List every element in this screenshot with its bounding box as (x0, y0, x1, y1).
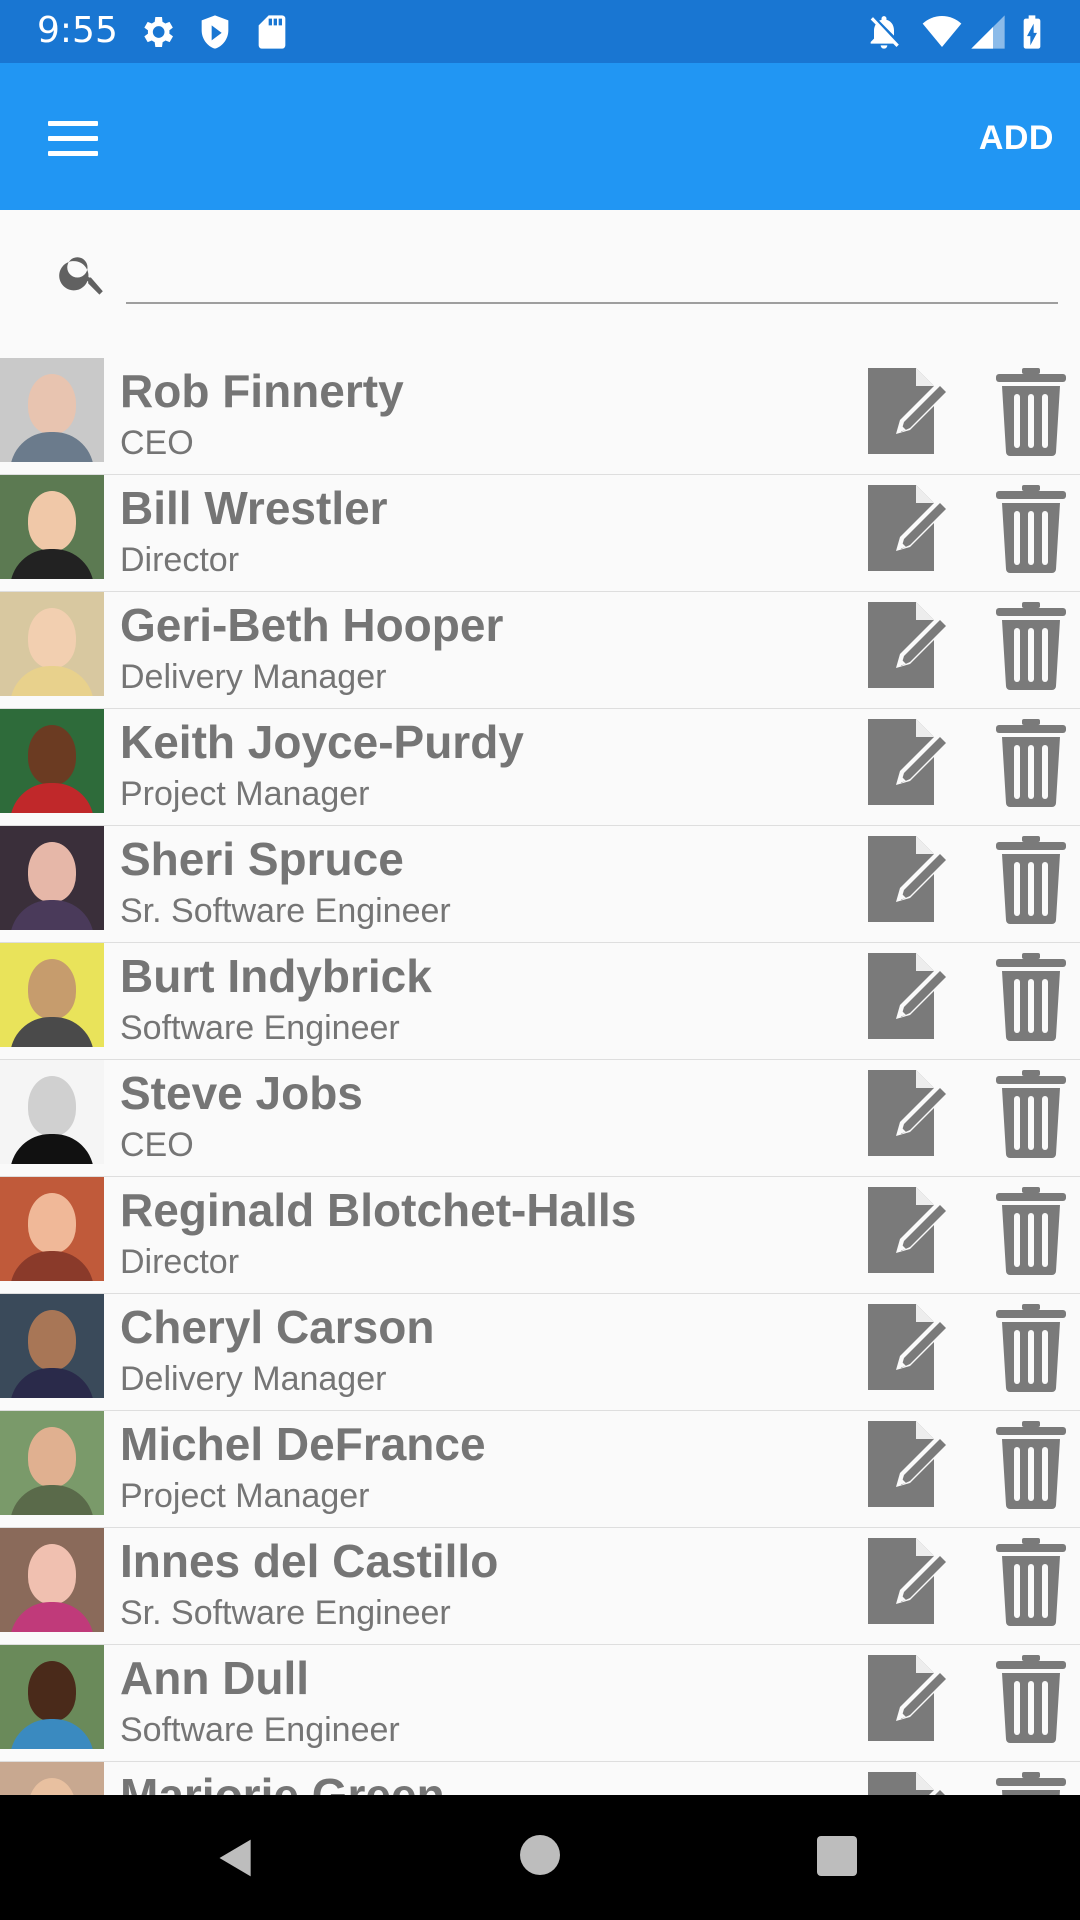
contact-row[interactable]: Keith Joyce-Purdy Project Manager (0, 709, 1080, 826)
contact-name: Steve Jobs (120, 1067, 363, 1119)
contact-title: Director (120, 1243, 240, 1281)
contact-name: Sheri Spruce (120, 833, 404, 885)
avatar (0, 475, 104, 579)
avatar (0, 358, 104, 462)
contact-row[interactable]: Michel DeFrance Project Manager (0, 1411, 1080, 1528)
contact-title: CEO (120, 1126, 194, 1164)
home-circle-icon[interactable] (520, 1835, 560, 1875)
avatar (0, 592, 104, 696)
contact-name: Innes del Castillo (120, 1535, 499, 1587)
trash-icon[interactable] (994, 1419, 1068, 1509)
edit-note-icon[interactable] (866, 951, 958, 1041)
contact-row[interactable]: Marjorie Green (0, 1762, 1080, 1795)
contact-row[interactable]: Ann Dull Software Engineer (0, 1645, 1080, 1762)
contact-title: Sr. Software Engineer (120, 892, 451, 930)
sd-card-icon (258, 15, 286, 49)
battery-charging-icon (1023, 15, 1041, 49)
edit-note-icon[interactable] (866, 1302, 958, 1392)
avatar (0, 826, 104, 930)
notifications-off-icon (870, 16, 899, 49)
contact-name: Marjorie Green (120, 1769, 445, 1795)
app-bar: ADD (0, 63, 1080, 210)
trash-icon[interactable] (994, 834, 1068, 924)
signal-icon (971, 15, 1005, 49)
trash-icon[interactable] (994, 951, 1068, 1041)
contact-title: Delivery Manager (120, 658, 387, 696)
status-time: 9:55 (37, 10, 118, 51)
contact-row[interactable]: Steve Jobs CEO (0, 1060, 1080, 1177)
edit-note-icon[interactable] (866, 1536, 958, 1626)
status-bar: 9:55 (0, 0, 1080, 63)
contact-name: Ann Dull (120, 1652, 310, 1704)
edit-note-icon[interactable] (866, 1653, 958, 1743)
avatar (0, 1294, 104, 1398)
contact-title: CEO (120, 424, 194, 462)
contact-name: Geri-Beth Hooper (120, 599, 504, 651)
trash-icon[interactable] (994, 1653, 1068, 1743)
gear-icon (144, 17, 173, 47)
trash-icon[interactable] (994, 717, 1068, 807)
contact-list[interactable]: Rob Finnerty CEO Bill Wrestler Director Geri… (0, 358, 1080, 1795)
navigation-bar (0, 1795, 1080, 1920)
edit-note-icon[interactable] (866, 834, 958, 924)
contact-name: Rob Finnerty (120, 365, 404, 417)
edit-note-icon[interactable] (866, 1068, 958, 1158)
avatar (0, 1411, 104, 1515)
contact-row[interactable]: Geri-Beth Hooper Delivery Manager (0, 592, 1080, 709)
back-triangle-icon[interactable] (214, 1835, 258, 1881)
contact-row[interactable]: Innes del Castillo Sr. Software Engineer (0, 1528, 1080, 1645)
trash-icon[interactable] (994, 1185, 1068, 1275)
contact-title: Director (120, 541, 240, 579)
contact-name: Michel DeFrance (120, 1418, 486, 1470)
contact-row[interactable]: Sheri Spruce Sr. Software Engineer (0, 826, 1080, 943)
shield-icon (201, 15, 229, 49)
contact-row[interactable]: Bill Wrestler Director (0, 475, 1080, 592)
contact-row[interactable]: Cheryl Carson Delivery Manager (0, 1294, 1080, 1411)
contact-title: Software Engineer (120, 1009, 400, 1047)
contact-row[interactable]: Reginald Blotchet-Halls Director (0, 1177, 1080, 1294)
trash-icon[interactable] (994, 483, 1068, 573)
trash-icon[interactable] (994, 1302, 1068, 1392)
hamburger-menu-icon[interactable] (36, 103, 110, 173)
contact-title: Project Manager (120, 1477, 370, 1515)
wifi-icon (922, 16, 962, 47)
trash-icon[interactable] (994, 600, 1068, 690)
contact-title: Delivery Manager (120, 1360, 387, 1398)
edit-note-icon[interactable] (866, 1770, 958, 1795)
avatar (0, 1645, 104, 1749)
edit-note-icon[interactable] (866, 717, 958, 807)
edit-note-icon[interactable] (866, 366, 958, 456)
search-icon[interactable] (56, 246, 110, 300)
edit-note-icon[interactable] (866, 1185, 958, 1275)
contact-name: Keith Joyce-Purdy (120, 716, 524, 768)
avatar (0, 1762, 104, 1795)
contact-title: Project Manager (120, 775, 370, 813)
add-button[interactable]: ADD (973, 111, 1060, 165)
contact-row[interactable]: Burt Indybrick Software Engineer (0, 943, 1080, 1060)
avatar (0, 943, 104, 1047)
avatar (0, 1060, 104, 1164)
edit-note-icon[interactable] (866, 1419, 958, 1509)
contact-row[interactable]: Rob Finnerty CEO (0, 358, 1080, 475)
search-input[interactable] (126, 238, 1058, 304)
trash-icon[interactable] (994, 1770, 1068, 1795)
contact-name: Bill Wrestler (120, 482, 388, 534)
contact-name: Cheryl Carson (120, 1301, 435, 1353)
avatar (0, 709, 104, 813)
edit-note-icon[interactable] (866, 483, 958, 573)
search-bar (0, 210, 1080, 338)
contact-name: Burt Indybrick (120, 950, 432, 1002)
contact-name: Reginald Blotchet-Halls (120, 1184, 637, 1236)
recents-square-icon[interactable] (817, 1836, 857, 1876)
avatar (0, 1177, 104, 1281)
trash-icon[interactable] (994, 1536, 1068, 1626)
trash-icon[interactable] (994, 366, 1068, 456)
avatar (0, 1528, 104, 1632)
trash-icon[interactable] (994, 1068, 1068, 1158)
edit-note-icon[interactable] (866, 600, 958, 690)
contact-title: Software Engineer (120, 1711, 400, 1749)
contact-title: Sr. Software Engineer (120, 1594, 451, 1632)
